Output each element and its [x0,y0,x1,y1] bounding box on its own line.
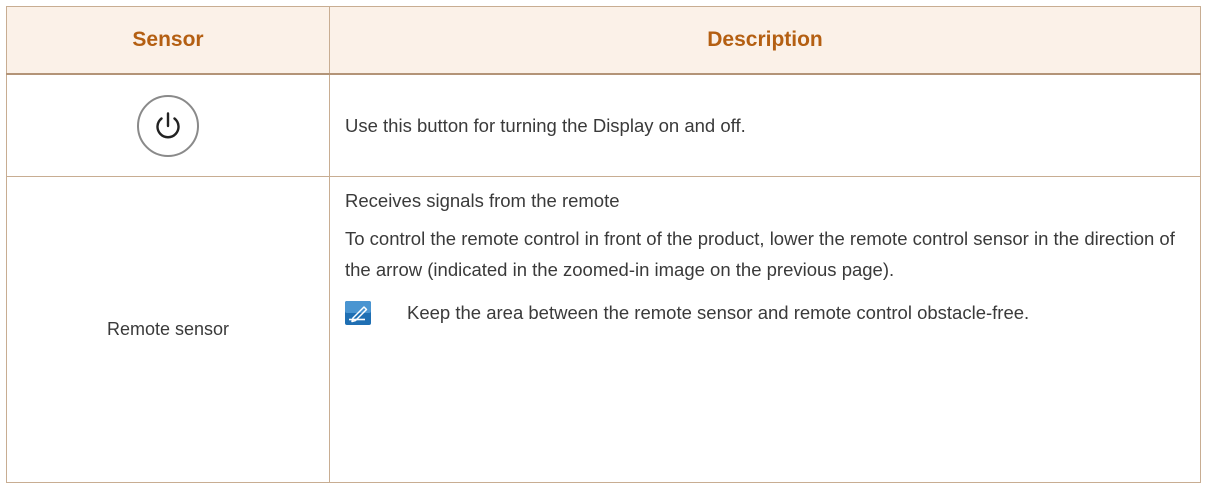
note-text: Keep the area between the remote sensor … [407,302,1030,323]
sensor-cell-remote: Remote sensor [6,176,330,483]
note-block: Keep the area between the remote sensor … [345,297,1182,328]
sensor-table: Sensor Description Use this button for t… [6,6,1201,483]
power-description: Use this button for turning the Display … [345,115,746,136]
header-description: Description [329,6,1201,75]
power-button [137,94,199,157]
table-row: Remote sensor Receives signals from the … [6,176,1201,483]
table-row: Use this button for turning the Display … [6,73,1201,177]
description-cell-remote: Receives signals from the remote To cont… [329,176,1201,483]
table-header-row: Sensor Description [6,6,1201,75]
remote-description-line-2: To control the remote control in front o… [345,228,1175,280]
description-cell-power: Use this button for turning the Display … [329,73,1201,177]
sensor-cell-power [6,73,330,177]
pencil-note-icon [345,301,371,325]
header-sensor: Sensor [6,6,330,75]
power-icon [156,111,180,138]
remote-description-line-1: Receives signals from the remote [345,190,620,211]
